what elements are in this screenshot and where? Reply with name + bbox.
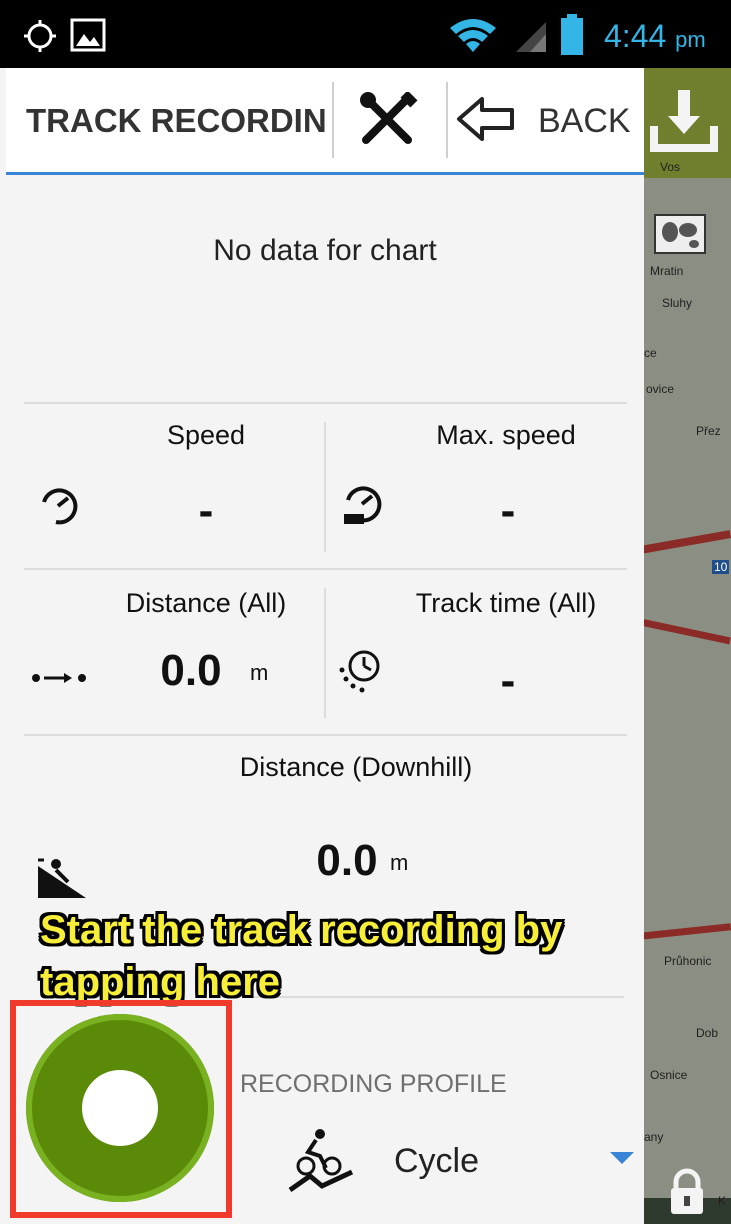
gps-icon bbox=[24, 20, 56, 52]
back-arrow-icon bbox=[457, 97, 514, 141]
tutorial-tip: Start the track recording by tapping her… bbox=[40, 904, 562, 1008]
max-speed-value: - bbox=[500, 486, 516, 535]
map-label: ce bbox=[644, 346, 657, 360]
map-label: Vos bbox=[660, 160, 681, 174]
status-bar: 4:44 pm bbox=[0, 0, 731, 68]
back-label: BACK bbox=[538, 102, 631, 140]
clock-icon bbox=[339, 650, 380, 693]
wifi-icon bbox=[450, 19, 496, 52]
distance-all-value: 0.0 bbox=[160, 646, 222, 695]
divider bbox=[24, 734, 627, 736]
downhill-icon bbox=[38, 858, 86, 898]
map-label: Mratin bbox=[650, 264, 684, 278]
distance-downhill-unit: m bbox=[390, 850, 409, 875]
map-label: Přez bbox=[696, 424, 721, 438]
max-speedometer-icon bbox=[344, 486, 382, 524]
map-label: Osnice bbox=[650, 1068, 688, 1082]
download-icon[interactable] bbox=[648, 86, 720, 154]
image-icon bbox=[70, 18, 106, 52]
speedometer-icon bbox=[42, 488, 78, 525]
tip-line-1: Start the track recording by bbox=[40, 908, 563, 952]
battery-icon bbox=[561, 14, 583, 55]
map-label: Průhonic bbox=[664, 954, 712, 968]
world-map-icon[interactable] bbox=[654, 214, 706, 254]
lock-icon[interactable] bbox=[668, 1168, 706, 1216]
distance-dots-icon bbox=[32, 673, 86, 683]
track-recording-panel: TRACK RECORDIN BACK No data for chart Sp… bbox=[6, 68, 644, 1224]
record-dot-icon bbox=[82, 1070, 158, 1146]
map-image bbox=[640, 178, 731, 1198]
speed-value: - bbox=[198, 486, 214, 535]
map-label: ovice bbox=[646, 382, 675, 396]
recording-profile-label: RECORDING PROFILE bbox=[240, 1070, 507, 1098]
back-button[interactable]: BACK bbox=[456, 90, 636, 150]
clock-time: 4:44 pm bbox=[604, 18, 706, 54]
chart-empty-message: No data for chart bbox=[213, 234, 437, 267]
start-recording-button[interactable] bbox=[26, 1014, 214, 1202]
divider bbox=[324, 588, 326, 718]
divider bbox=[24, 568, 627, 570]
divider bbox=[446, 82, 448, 158]
map-label: K bbox=[718, 1194, 727, 1208]
map-background[interactable]: Vos Mratin Sluhy ce ovice Přez 10 Průhon… bbox=[640, 68, 731, 1224]
divider bbox=[324, 422, 326, 552]
map-top-bar bbox=[640, 68, 731, 178]
signal-icon bbox=[516, 22, 546, 52]
map-label: 10 bbox=[712, 560, 730, 574]
distance-downhill-label: Distance (Downhill) bbox=[239, 752, 473, 782]
track-time-value: - bbox=[500, 656, 516, 705]
divider bbox=[332, 82, 334, 158]
dropdown-arrow-icon[interactable] bbox=[610, 1152, 634, 1164]
panel-title: TRACK RECORDIN bbox=[26, 102, 326, 139]
map-label: any bbox=[644, 1130, 664, 1144]
max-speed-label: Max. speed bbox=[436, 420, 576, 450]
panel-header: TRACK RECORDIN BACK bbox=[6, 68, 644, 175]
divider bbox=[24, 402, 627, 404]
map-label: Dob bbox=[696, 1026, 719, 1040]
distance-all-unit: m bbox=[250, 660, 269, 685]
track-time-label: Track time (All) bbox=[415, 588, 597, 618]
tools-icon[interactable] bbox=[358, 92, 418, 148]
cyclist-icon bbox=[288, 1129, 354, 1193]
recording-profile-value[interactable]: Cycle bbox=[394, 1142, 479, 1181]
distance-downhill-value: 0.0 bbox=[316, 836, 378, 885]
speed-label: Speed bbox=[166, 420, 246, 450]
map-label: Sluhy bbox=[662, 296, 693, 310]
distance-all-label: Distance (All) bbox=[125, 588, 287, 618]
